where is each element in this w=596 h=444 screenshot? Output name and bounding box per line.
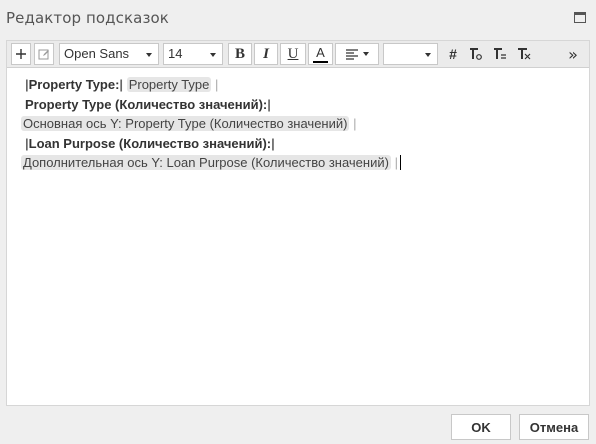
chevron-down-icon (362, 52, 369, 56)
field-token[interactable]: Property Type (126, 77, 212, 92)
ok-button[interactable]: OK (451, 414, 511, 440)
font-color-button[interactable]: A (308, 43, 333, 65)
insert-field-alt-icon[interactable] (490, 43, 510, 65)
font-family-select[interactable]: Open Sans (59, 43, 159, 65)
content-line: Property Type (Количество значений):| (25, 96, 271, 112)
chevron-down-icon (425, 53, 431, 57)
field-token[interactable]: Дополнительная ось Y: Loan Purpose (Коли… (21, 155, 391, 170)
cancel-button[interactable]: Отмена (519, 414, 589, 440)
editor-toolbar: Open Sans 14 B I U A # » (7, 41, 589, 68)
edit-icon[interactable] (34, 43, 54, 65)
italic-button[interactable]: I (254, 43, 278, 65)
hash-button[interactable]: # (444, 43, 462, 65)
clear-format-icon[interactable] (514, 43, 534, 65)
plus-icon[interactable] (11, 43, 31, 65)
editor-content[interactable]: |Property Type:| Property Type | Propert… (21, 75, 585, 173)
chevron-down-icon (146, 53, 152, 57)
content-line: |Loan Purpose (Количество значений):| (25, 135, 275, 151)
chevron-down-icon (210, 53, 216, 57)
bold-button[interactable]: B (228, 43, 252, 65)
dialog-title: Редактор подсказок (6, 9, 169, 27)
font-family-value: Open Sans (64, 46, 130, 61)
content-line: Основная ось Y: Property Type (Количеств… (21, 116, 357, 131)
title-bar: Редактор подсказок (0, 0, 596, 38)
color-swatch (313, 60, 328, 63)
align-dropdown[interactable] (335, 43, 379, 65)
content-line: |Property Type:| Property Type | (25, 77, 219, 92)
font-size-select[interactable]: 14 (163, 43, 223, 65)
more-button[interactable]: » (563, 43, 583, 65)
text-cursor (399, 155, 401, 170)
align-left-icon (345, 48, 358, 60)
field-token[interactable]: Основная ось Y: Property Type (Количеств… (21, 116, 350, 131)
insert-field-icon[interactable] (466, 43, 486, 65)
tooltip-editor-dialog: Редактор подсказок Open Sans 14 B I U A (0, 0, 596, 444)
font-size-value: 14 (168, 46, 183, 61)
content-line: Дополнительная ось Y: Loan Purpose (Коли… (21, 153, 585, 173)
maximize-icon[interactable] (574, 12, 586, 23)
style-select[interactable] (383, 43, 438, 65)
field-label: Property Type: (28, 77, 120, 92)
underline-button[interactable]: U (280, 43, 306, 65)
field-label: Loan Purpose (Количество значений): (28, 135, 272, 151)
rich-text-editor: Open Sans 14 B I U A # » |Property Type:… (6, 40, 590, 406)
field-label: Property Type (Количество значений): (25, 96, 268, 112)
font-color-label: A (316, 44, 325, 60)
